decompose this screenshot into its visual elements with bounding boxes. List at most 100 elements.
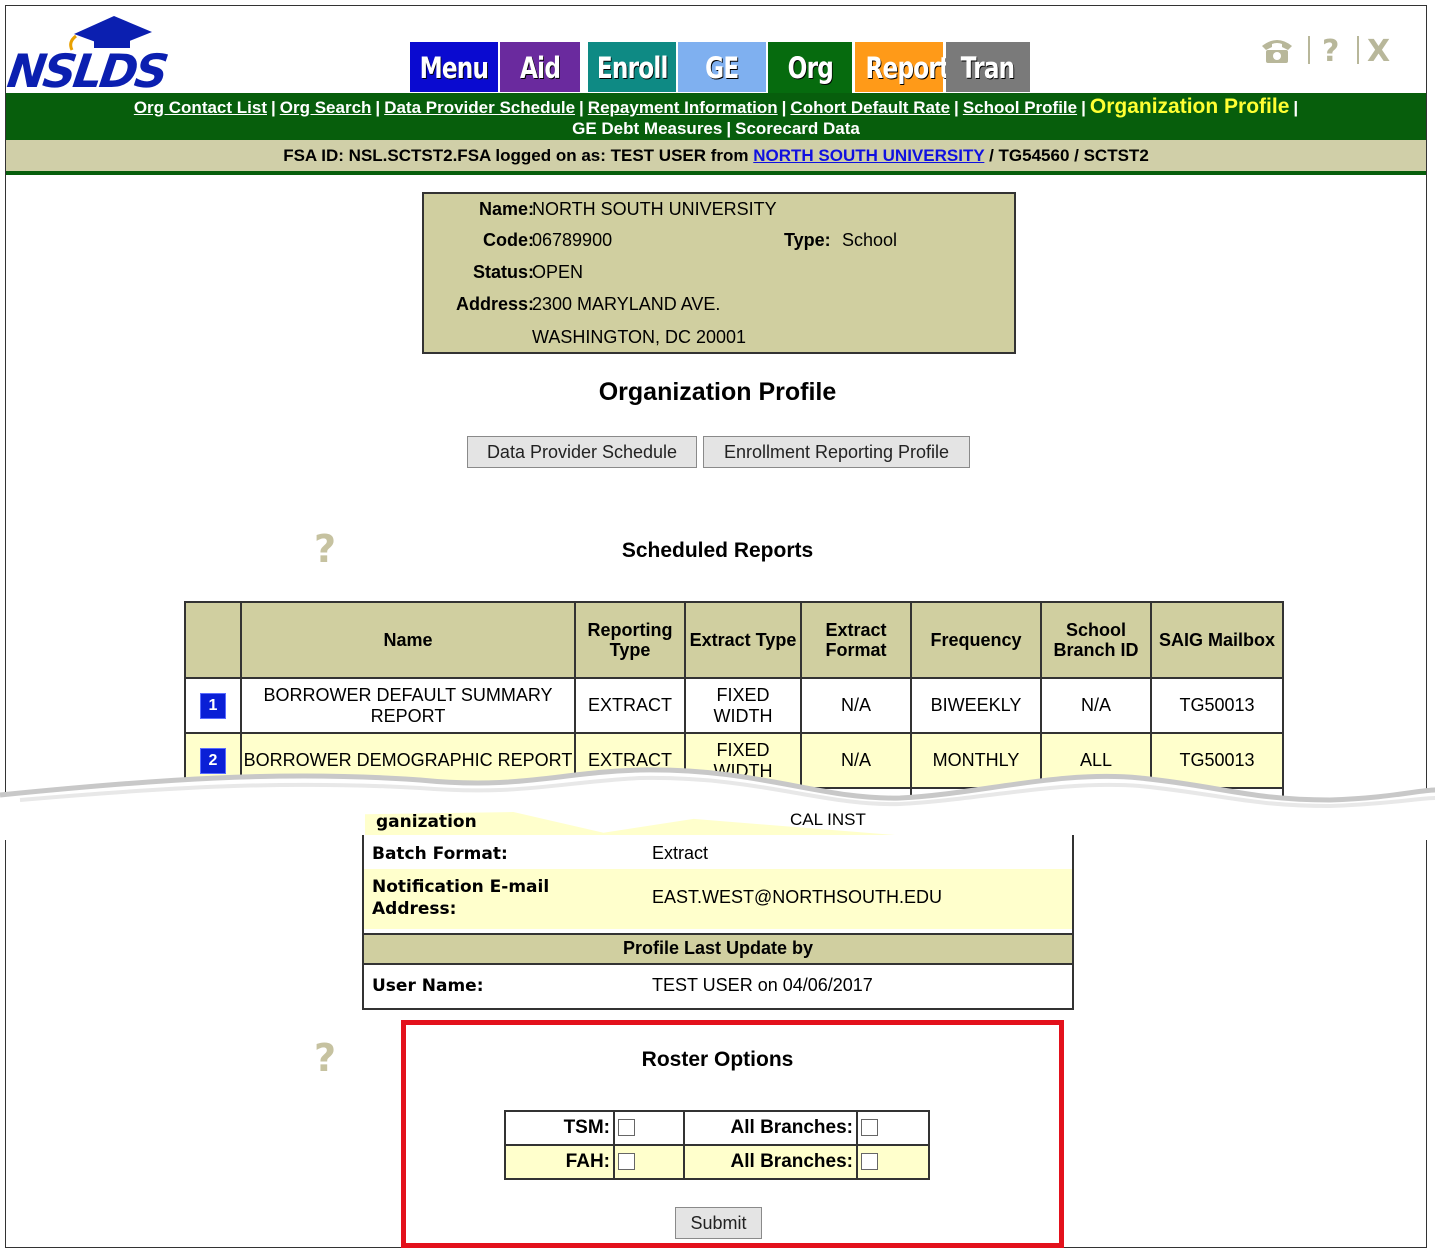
tsm-label: TSM: [504, 1110, 615, 1146]
tsm-all-branches-label: All Branches: [683, 1110, 858, 1146]
last-update-header: Profile Last Update by [364, 933, 1072, 965]
data-provider-schedule-button[interactable]: Data Provider Schedule [467, 436, 697, 468]
org-link[interactable]: NORTH SOUTH UNIVERSITY [753, 146, 984, 165]
cell-branch: N/A [1040, 677, 1152, 734]
row-number-link[interactable]: 1 [200, 692, 226, 719]
enrollment-profile-table: Batch Format: Extract Notification E-mai… [362, 835, 1074, 1010]
fah-cell [613, 1144, 685, 1180]
column-header: Name [240, 601, 576, 679]
user-name-value: TEST USER on 04/06/2017 [652, 975, 873, 995]
column-header: Frequency [910, 601, 1042, 679]
fah-all-branches-label: All Branches: [683, 1144, 858, 1180]
nav-link[interactable]: Scorecard Data [735, 119, 860, 138]
tab-ge[interactable]: GE [678, 42, 766, 92]
close-icon[interactable]: X [1367, 34, 1390, 69]
type-label: Type: [784, 230, 831, 250]
fah-all-branches-checkbox[interactable] [861, 1153, 878, 1171]
nslds-logo[interactable]: NSLDS [4, 10, 188, 98]
nav-row-1: Org Contact List | Org Search | Data Provide… [6, 95, 1426, 119]
cell-extract-type: FIXED WIDTH [684, 677, 802, 734]
nav-separator: | [1293, 98, 1299, 117]
tab-label: Report [865, 51, 950, 85]
nav-link[interactable]: Cohort Default Rate [790, 98, 950, 117]
column-header [184, 601, 242, 679]
nav-separator: | [781, 98, 787, 117]
tab-org[interactable]: Org [768, 42, 852, 94]
user-info-prefix: FSA ID: NSL.SCTST2.FSA logged on as: TES… [283, 146, 749, 165]
phone-icon[interactable] [1260, 36, 1294, 64]
org-nav-bar: Org Contact List | Org Search | Data Provide… [6, 93, 1426, 140]
tsm-all-branches-checkbox[interactable] [861, 1119, 878, 1137]
fah-all-branches-cell [856, 1144, 930, 1180]
notification-label: Notification E-mail Address: [372, 877, 550, 919]
address-line-2: WASHINGTON, DC 20001 [532, 327, 747, 347]
address-line-1: 2300 MARYLAND AVE. [532, 294, 721, 314]
cell-name: BORROWER DEFAULT SUMMARY REPORT [240, 677, 576, 734]
nav-separator: | [726, 119, 732, 138]
nav-link[interactable]: GE Debt Measures [572, 119, 722, 138]
cell-extract-format: N/A [800, 677, 912, 734]
cell-reporting-type: EXTRACT [574, 677, 686, 734]
logo-text: NSLDS [4, 44, 170, 98]
user-info-bar: FSA ID: NSL.SCTST2.FSA logged on as: TES… [6, 140, 1426, 175]
tsm-cell [613, 1110, 685, 1146]
org-type: School [842, 230, 898, 250]
org-info-box: Name: NORTH SOUTH UNIVERSITY Code: 06789… [422, 192, 1016, 354]
batch-format-row: Batch Format: Extract [364, 835, 1072, 869]
column-header: SAIG Mailbox [1150, 601, 1284, 679]
name-label: Name: [478, 199, 534, 219]
user-name-row: User Name: TEST USER on 04/06/2017 [364, 965, 1072, 1005]
nav-link[interactable]: Data Provider Schedule [384, 98, 575, 117]
column-header: Extract Format [800, 601, 912, 679]
page-title: Organization Profile [598, 378, 837, 406]
fah-label: FAH: [504, 1144, 615, 1180]
org-partial-value: CAL INST [790, 810, 866, 829]
batch-format-label: Batch Format: [372, 844, 508, 864]
nav-separator: | [579, 98, 584, 117]
separator [1357, 36, 1359, 64]
table-row: 1 BORROWER DEFAULT SUMMARY REPORT EXTRACT F… [184, 677, 1284, 734]
fah-checkbox[interactable] [618, 1153, 635, 1171]
nav-row-2: GE Debt Measures | Scorecard Data [6, 119, 1426, 139]
tab-label: Menu [419, 51, 489, 85]
tab-menu[interactable]: Menu [410, 42, 498, 92]
column-header: Extract Type [684, 601, 802, 679]
nav-separator: | [375, 98, 381, 117]
org-name: NORTH SOUTH UNIVERSITY [532, 199, 777, 219]
enrollment-reporting-profile-button[interactable]: Enrollment Reporting Profile [703, 436, 970, 468]
status-label: Status: [472, 262, 534, 282]
cell-mailbox: TG50013 [1150, 677, 1284, 734]
column-header: School Branch ID [1040, 601, 1152, 679]
row-number-cell: 1 [184, 677, 242, 734]
nav-separator: | [1081, 98, 1086, 117]
notification-email: EAST.WEST@NORTHSOUTH.EDU [652, 887, 942, 907]
org-status: OPEN [532, 262, 584, 282]
nav-link[interactable]: Repayment Information [588, 98, 778, 117]
tsm-all-branches-cell [856, 1110, 930, 1146]
nav-link[interactable]: Org Contact List [134, 98, 267, 117]
batch-format-value: Extract [652, 843, 709, 863]
cell-frequency: BIWEEKLY [910, 677, 1042, 734]
tab-aid[interactable]: Aid [500, 42, 580, 92]
nav-separator: | [954, 98, 959, 117]
tab-tran[interactable]: Tran [946, 42, 1030, 92]
tab-report[interactable]: Report [855, 42, 950, 92]
help-icon[interactable]: ? [1322, 34, 1339, 69]
tsm-checkbox[interactable] [618, 1119, 635, 1137]
tab-enroll[interactable]: Enroll [588, 42, 676, 92]
user-name-label: User Name: [372, 976, 484, 996]
submit-button[interactable]: Submit [675, 1207, 762, 1239]
column-header: Reporting Type [574, 601, 686, 679]
org-code: 06789900 [532, 230, 613, 250]
tab-label: Enroll [596, 51, 669, 85]
user-info-suffix: / TG54560 / SCTST2 [989, 146, 1149, 165]
scheduled-reports-title: Scheduled Reports [621, 539, 814, 562]
roster-options-title: Roster Options [641, 1048, 794, 1071]
code-label: Code: [483, 230, 534, 250]
roster-options-table: TSM: All Branches: FAH: All Branches: [504, 1110, 930, 1180]
nav-separator: | [271, 98, 276, 117]
nav-link[interactable]: Org Search [280, 98, 372, 117]
org-partial-label: ganization [376, 812, 477, 832]
notification-row: Notification E-mail Address: EAST.WEST@N… [364, 869, 1072, 929]
nav-link[interactable]: School Profile [963, 98, 1077, 117]
